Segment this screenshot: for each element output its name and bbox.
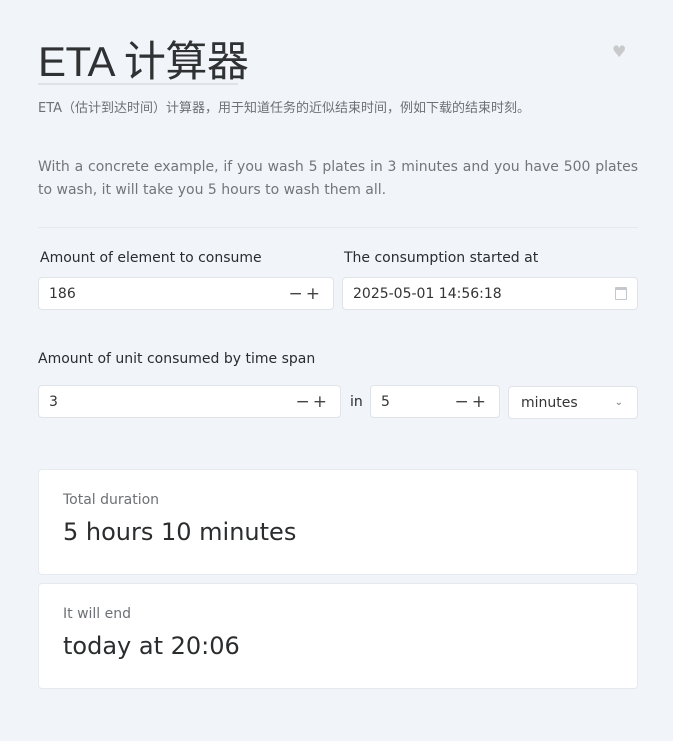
span-input[interactable]: 5 −+ (370, 385, 500, 418)
duration-label: Total duration (63, 492, 160, 508)
favorite-heart-icon[interactable]: ♥ (612, 42, 626, 61)
span-stepper[interactable]: −+ (455, 392, 490, 412)
duration-value: 5 hours 10 minutes (63, 518, 297, 546)
page-title: ETA 计算器 (38, 38, 249, 85)
unit-select[interactable]: minutes ⌄ (508, 386, 638, 419)
rate-value: 3 (49, 393, 58, 410)
rate-stepper[interactable]: −+ (296, 392, 331, 412)
end-value: today at 20:06 (63, 632, 240, 660)
amount-stepper[interactable]: −+ (289, 284, 324, 304)
span-value: 5 (381, 393, 390, 410)
divider (38, 227, 638, 228)
start-label: The consumption started at (344, 250, 539, 266)
end-label: It will end (63, 606, 132, 622)
amount-label: Amount of element to consume (40, 250, 262, 266)
calendar-icon[interactable] (615, 287, 627, 300)
duration-card: Total duration 5 hours 10 minutes (38, 469, 638, 575)
start-value: 2025-05-01 14:56:18 (353, 285, 502, 302)
in-label: in (350, 394, 363, 410)
rate-input[interactable]: 3 −+ (38, 385, 341, 418)
amount-value: 186 (49, 285, 76, 302)
rate-label: Amount of unit consumed by time span (38, 351, 316, 367)
chevron-down-icon: ⌄ (614, 397, 623, 408)
end-card: It will end today at 20:06 (38, 583, 638, 689)
title-underline (38, 83, 238, 85)
amount-input[interactable]: 186 −+ (38, 277, 334, 310)
description: With a concrete example, if you wash 5 p… (38, 159, 638, 198)
unit-value: minutes (521, 394, 578, 411)
page-subtitle: ETA（估计到达时间）计算器，用于知道任务的近似结束时间，例如下载的结束时刻。 (38, 101, 531, 116)
start-datetime-input[interactable]: 2025-05-01 14:56:18 (342, 277, 638, 310)
